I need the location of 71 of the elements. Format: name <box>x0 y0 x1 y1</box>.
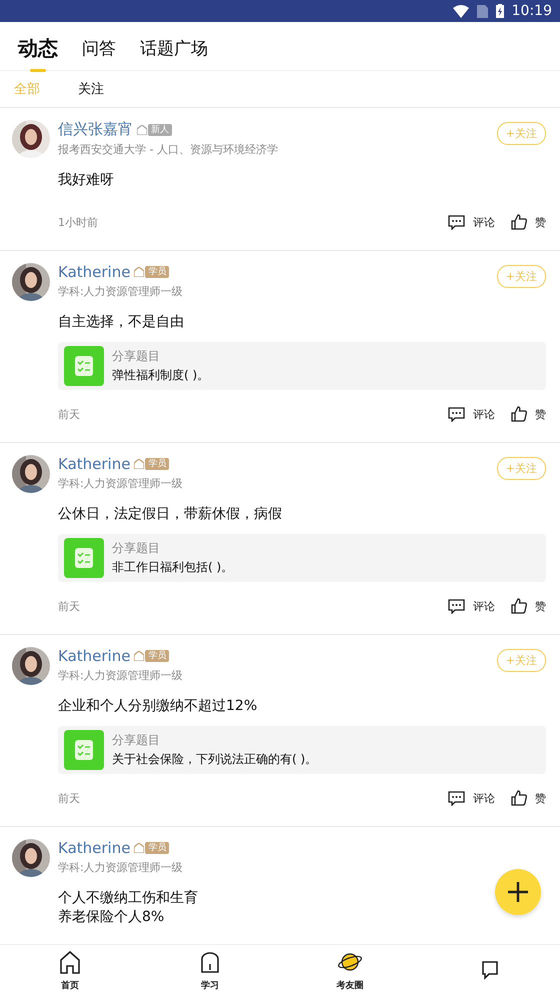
user-name[interactable]: 信兴张嘉宵 <box>58 120 133 139</box>
user-badge: 新人 <box>148 124 172 136</box>
user-badge: 学员 <box>145 842 170 854</box>
status-time: 10:19 <box>512 3 552 19</box>
user-name[interactable]: Katherine <box>58 647 130 665</box>
tab[interactable]: 动态 <box>16 26 60 72</box>
school-icon <box>137 124 147 134</box>
thumbs-up-icon <box>511 214 527 230</box>
nav-label[interactable]: 首页 <box>61 978 79 992</box>
like-button[interactable]: 赞 <box>511 214 546 230</box>
no-sim-icon <box>476 4 488 18</box>
tab[interactable]: 话题广场 <box>138 28 210 70</box>
checklist-icon <box>64 346 104 386</box>
comment-icon <box>448 406 465 422</box>
comment-icon <box>448 598 465 614</box>
checklist-icon <box>64 538 104 578</box>
user-badge: 学员 <box>145 266 170 278</box>
nav-label[interactable]: 考友圈 <box>336 978 364 992</box>
tab[interactable]: 问答 <box>80 28 118 70</box>
user-badge: 学员 <box>145 458 170 470</box>
comment-icon <box>448 790 465 806</box>
filter-tab[interactable]: 关注 <box>78 80 104 98</box>
user-subtitle: 学科:人力资源管理师一级 <box>58 284 183 299</box>
checklist-icon <box>64 730 104 770</box>
comment-icon <box>448 214 465 230</box>
user-subtitle: 学科:人力资源管理师一级 <box>58 668 183 683</box>
home-icon <box>57 948 83 974</box>
post-text: 个人不缴纳工伤和生育 养老保险个人8% <box>58 889 198 927</box>
thumbs-up-icon <box>511 790 527 806</box>
question-text: 非工作日福利包括( )。 <box>112 559 234 576</box>
post-time: 前天 <box>58 406 80 422</box>
user-badge: 学员 <box>145 650 170 662</box>
comment-button[interactable]: 评论 <box>448 790 495 806</box>
like-button[interactable]: 赞 <box>511 790 546 806</box>
user-name[interactable]: Katherine <box>58 839 130 857</box>
post-time: 前天 <box>58 598 80 614</box>
school-icon <box>134 267 144 277</box>
user-subtitle: 学科:人力资源管理师一级 <box>58 476 183 491</box>
shared-question-card[interactable]: 分享题目 弹性福利制度( )。 <box>58 342 546 390</box>
school-icon <box>134 459 144 469</box>
share-label: 分享题目 <box>112 348 161 365</box>
share-label: 分享题目 <box>112 732 161 749</box>
post-text: 企业和个人分别缴纳不超过12% <box>58 697 258 716</box>
comment-button[interactable]: 评论 <box>448 406 495 422</box>
user-name[interactable]: Katherine <box>58 263 130 281</box>
shared-question-card[interactable]: 分享题目 关于社会保险，下列说法正确的有( )。 <box>58 726 546 774</box>
post-text: 自主选择，不是自由 <box>58 313 184 332</box>
add-button[interactable] <box>495 869 541 915</box>
plus-icon <box>506 880 530 904</box>
share-label: 分享题目 <box>112 540 161 557</box>
like-button[interactable]: 赞 <box>511 598 546 614</box>
user-subtitle: 学科:人力资源管理师一级 <box>58 860 183 875</box>
user-name[interactable]: Katherine <box>58 455 130 473</box>
like-button[interactable]: 赞 <box>511 406 546 422</box>
wifi-icon <box>452 4 469 18</box>
user-subtitle: 报考西安交通大学 - 人口、资源与环境经济学 <box>58 142 278 157</box>
post-text: 公休日，法定假日，带薪休假，病假 <box>58 505 282 524</box>
post-time: 1小时前 <box>58 214 98 230</box>
battery-icon <box>496 4 504 18</box>
shared-question-card[interactable]: 分享题目 非工作日福利包括( )。 <box>58 534 546 582</box>
question-text: 弹性福利制度( )。 <box>112 367 210 384</box>
comment-button[interactable]: 评论 <box>448 598 495 614</box>
comment-button[interactable]: 评论 <box>448 214 495 230</box>
thumbs-up-icon <box>511 406 527 422</box>
thumbs-up-icon <box>511 598 527 614</box>
post-time: 前天 <box>58 790 80 806</box>
nav-label[interactable]: 学习 <box>201 978 219 992</box>
post-text: 我好难呀 <box>58 171 114 190</box>
school-icon <box>134 651 144 661</box>
question-text: 关于社会保险，下列说法正确的有( )。 <box>112 751 318 768</box>
school-icon <box>134 843 144 853</box>
